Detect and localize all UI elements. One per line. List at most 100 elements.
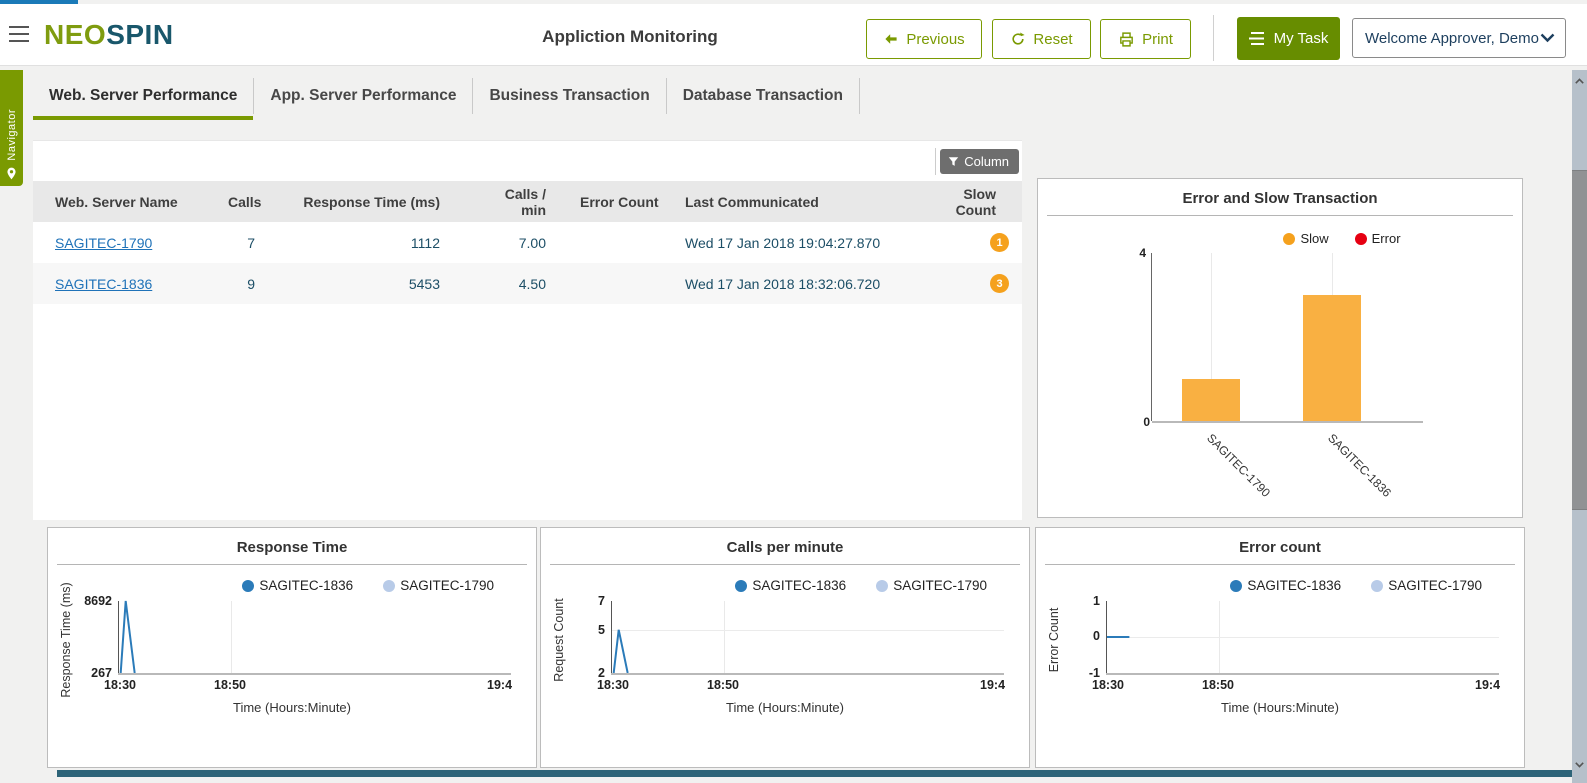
x-axis-line: [1152, 421, 1423, 423]
tab-label: Database Transaction: [682, 87, 843, 104]
error-legend-dot: [1354, 232, 1367, 245]
series-legend-dot: [1230, 579, 1243, 592]
cell-last-communicated: Wed 17 Jan 2018 19:04:27.870: [685, 234, 881, 251]
legend-label: SAGITEC-1790: [400, 578, 494, 593]
cell-calls: 9: [228, 263, 303, 304]
series-legend-dot: [876, 579, 889, 592]
server-link-sagitec-1790[interactable]: SAGITEC-1790: [55, 235, 152, 251]
x-tick: 18:30: [104, 678, 136, 692]
print-button[interactable]: Print: [1100, 19, 1191, 59]
logo-part-spin: SPIN: [106, 19, 174, 50]
legend-item-error: Error: [1354, 231, 1401, 246]
printer-icon: [1120, 31, 1133, 47]
bottom-status-bar: [57, 770, 1577, 777]
legend-item-sagitec-1790: SAGITEC-1790: [1371, 578, 1482, 593]
x-category-label: SAGITEC-1790: [1204, 431, 1273, 500]
tab-label: App. Server Performance: [270, 87, 457, 104]
header-divider: [1213, 15, 1214, 61]
response-time-line-series: [119, 601, 511, 673]
x-tick: 19:4: [487, 678, 513, 692]
response-time-panel: Response Time SAGITEC-1836 SAGITEC-1790 …: [47, 527, 537, 768]
reset-button[interactable]: Reset: [992, 19, 1091, 59]
y-tick: 5: [598, 623, 605, 637]
chart-legend: SAGITEC-1836 SAGITEC-1790: [242, 578, 494, 593]
vertical-scrollbar[interactable]: [1572, 70, 1587, 783]
table-header-row: Web. Server Name Calls Response Time (ms…: [33, 181, 1022, 222]
user-menu-dropdown[interactable]: Welcome Approver, Demo: [1352, 18, 1566, 58]
location-pin-icon: [7, 167, 16, 180]
error-count-panel: Error count SAGITEC-1836 SAGITEC-1790 Er…: [1035, 527, 1525, 768]
chevron-down-icon: [1540, 33, 1555, 43]
title-divider: [550, 564, 1020, 565]
error-count-line-series: [1107, 601, 1499, 673]
legend-item-sagitec-1836: SAGITEC-1836: [1230, 578, 1341, 593]
col-header-calls-per-min: Calls / min: [478, 181, 578, 222]
legend-label: SAGITEC-1836: [259, 578, 354, 593]
cell-calls: 7: [247, 234, 255, 251]
legend-label: Error: [1371, 231, 1401, 246]
previous-button[interactable]: Previous: [866, 19, 982, 59]
x-axis-label: Time (Hours:Minute): [233, 700, 351, 715]
title-divider: [1047, 215, 1513, 216]
x-tick: 18:50: [1202, 678, 1234, 692]
legend-item-slow: Slow: [1283, 231, 1329, 246]
scroll-down-arrow-icon[interactable]: [1572, 757, 1587, 773]
my-task-button[interactable]: My Task: [1237, 17, 1340, 60]
scrollbar-thumb[interactable]: [1572, 170, 1587, 510]
x-axis-line: [611, 673, 1004, 675]
previous-button-label: Previous: [906, 30, 965, 48]
column-filter-button[interactable]: Column: [940, 149, 1019, 174]
server-link-sagitec-1836[interactable]: SAGITEC-1836: [55, 276, 152, 292]
cell-calls-per-min: 7.00: [518, 234, 546, 251]
app-header: NEOSPIN Appliction Monitoring Previous R…: [0, 4, 1587, 66]
x-axis-label: Time (Hours:Minute): [726, 700, 844, 715]
web-server-table: Web. Server Name Calls Response Time (ms…: [33, 181, 1022, 304]
tab-database-transaction[interactable]: Database Transaction: [667, 78, 860, 114]
error-slow-transaction-panel: Error and Slow Transaction Slow Error 4 …: [1037, 178, 1523, 518]
legend-label: SAGITEC-1836: [752, 578, 847, 593]
logo-part-neo: NEO: [44, 19, 107, 50]
chart-title: Error count: [1239, 539, 1321, 556]
col-header-calls: Calls: [228, 181, 303, 222]
legend-label: SAGITEC-1790: [1388, 578, 1482, 593]
my-task-button-label: My Task: [1273, 30, 1329, 47]
toolbar-divider: [935, 148, 936, 175]
x-tick: 18:30: [1092, 678, 1124, 692]
filter-funnel-icon: [948, 156, 959, 166]
cell-calls-per-min: 4.50: [478, 263, 578, 304]
col-header-error-count: Error Count: [578, 181, 685, 222]
x-tick: 18:50: [214, 678, 246, 692]
tab-web-server-performance[interactable]: Web. Server Performance: [33, 78, 255, 120]
legend-item-sagitec-1836: SAGITEC-1836: [242, 578, 353, 593]
col-header-slow-count: Slow Count: [921, 181, 1022, 222]
col-header-server-name: Web. Server Name: [33, 181, 228, 222]
slow-count-badge: 3: [990, 274, 1009, 294]
x-category-label: SAGITEC-1836: [1325, 431, 1394, 500]
chart-legend: Slow Error: [1100, 231, 1584, 246]
chart-title: Response Time: [236, 539, 348, 556]
y-tick: 1: [1093, 594, 1100, 608]
hamburger-menu-icon[interactable]: [9, 26, 29, 42]
x-tick: 18:50: [707, 678, 739, 692]
legend-item-sagitec-1790: SAGITEC-1790: [876, 578, 987, 593]
navigator-side-tab[interactable]: Navigator: [0, 70, 23, 186]
series-legend-dot: [1371, 579, 1384, 592]
chart-title: Error and Slow Transaction: [1182, 190, 1378, 207]
cell-response-time: 5453: [303, 263, 478, 304]
tab-app-server-performance[interactable]: App. Server Performance: [254, 78, 474, 114]
calls-per-minute-line-series: [612, 601, 1004, 673]
calls-per-minute-panel: Calls per minute SAGITEC-1836 SAGITEC-17…: [540, 527, 1030, 768]
tab-bar: Web. Server Performance App. Server Perf…: [33, 78, 860, 120]
y-tick: 8692: [84, 594, 112, 608]
print-button-label: Print: [1142, 30, 1173, 48]
tab-business-transaction[interactable]: Business Transaction: [473, 78, 667, 114]
line-chart-plot: [118, 601, 511, 675]
reset-button-label: Reset: [1033, 30, 1073, 48]
scroll-up-arrow-icon[interactable]: [1572, 73, 1587, 89]
left-arrow-icon: [885, 34, 897, 44]
cell-response-time: 1112: [410, 234, 440, 251]
app-logo: NEOSPIN: [44, 19, 174, 51]
y-tick: 7: [598, 594, 605, 608]
x-tick: 18:30: [597, 678, 629, 692]
table-row: SAGITEC-1790 7 1112 7.00 Wed 17 Jan 2018…: [33, 222, 1022, 263]
